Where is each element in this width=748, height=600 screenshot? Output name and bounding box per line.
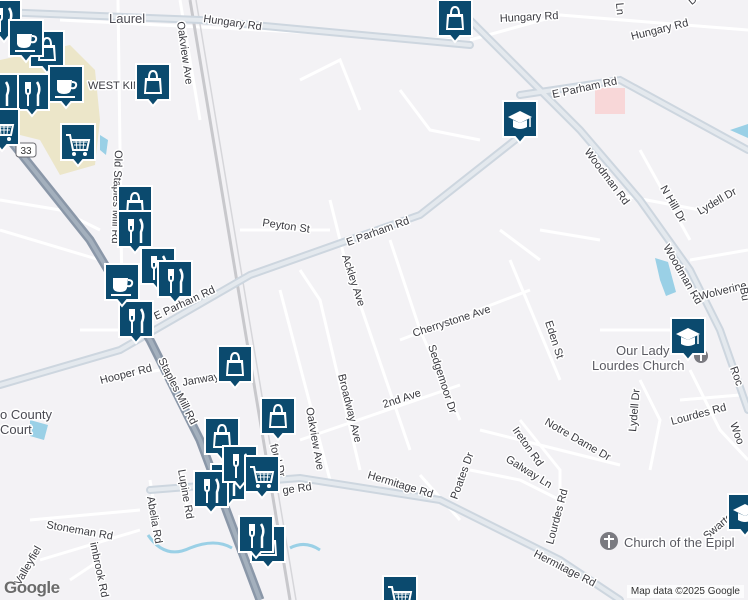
poi-pin-school[interactable] bbox=[727, 493, 748, 537]
poi-pin-cafe[interactable] bbox=[8, 19, 44, 63]
poi-pin-grocery[interactable] bbox=[60, 123, 96, 167]
poi-pin-grocery[interactable] bbox=[382, 575, 418, 600]
poi-pin-school[interactable] bbox=[670, 317, 706, 361]
poi-pin-shopping[interactable] bbox=[437, 0, 473, 43]
poi-pin-shopping[interactable] bbox=[135, 63, 171, 107]
poi-pin-restaurant[interactable] bbox=[117, 210, 153, 254]
map-canvas[interactable]: 33 Laurel WEST KINGSVI o County Court Hu… bbox=[0, 0, 748, 600]
poi-pin-shopping[interactable] bbox=[217, 345, 253, 389]
map-data-attribution[interactable]: Map data ©2025 Google bbox=[626, 585, 744, 598]
google-logo: Google bbox=[4, 578, 60, 597]
poi-pin-cafe[interactable] bbox=[48, 65, 84, 109]
poi-pins-layer bbox=[0, 0, 748, 600]
poi-pin-shopping[interactable] bbox=[260, 397, 296, 441]
poi-pin-school[interactable] bbox=[502, 100, 538, 144]
poi-pin-restaurant[interactable] bbox=[14, 73, 50, 117]
poi-pin-restaurant[interactable] bbox=[157, 260, 193, 304]
poi-pin-restaurant[interactable] bbox=[118, 300, 154, 344]
poi-pin-grocery[interactable] bbox=[0, 108, 20, 152]
poi-pin-cafe[interactable] bbox=[104, 263, 140, 307]
poi-pin-grocery[interactable] bbox=[244, 455, 280, 499]
poi-pin-restaurant[interactable] bbox=[238, 515, 274, 559]
